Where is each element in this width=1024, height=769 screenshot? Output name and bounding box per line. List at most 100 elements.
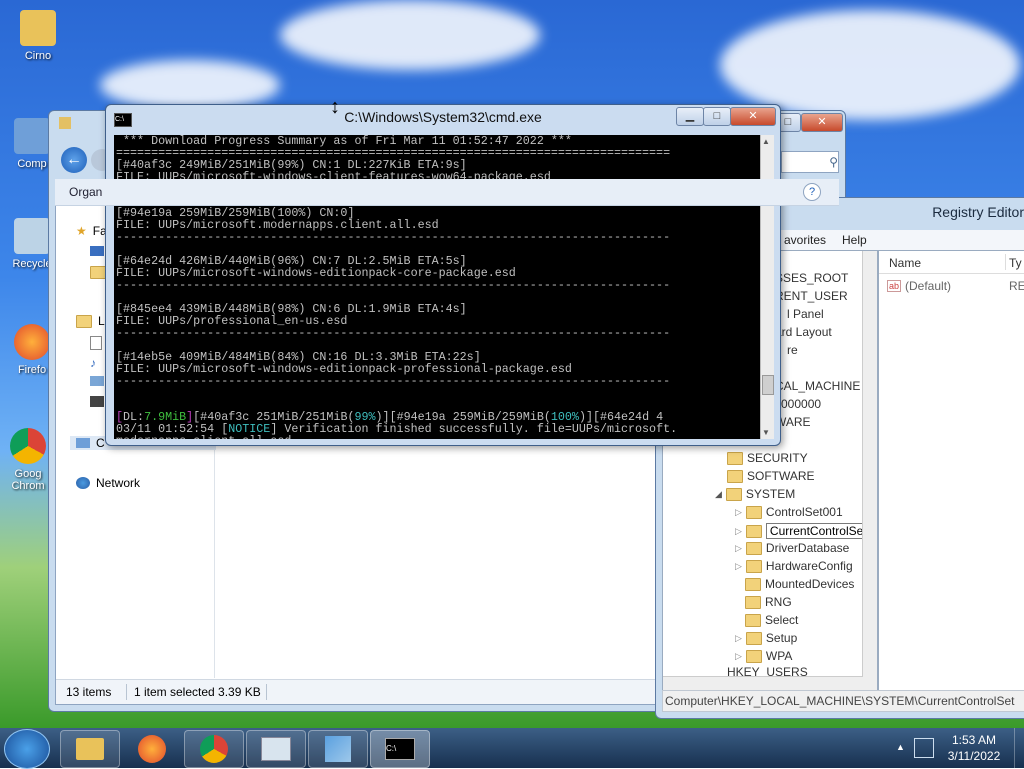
tree-node[interactable]: RENT_USER — [775, 289, 848, 303]
cmd-close-button[interactable]: ✕ — [730, 107, 776, 126]
tree-node-rng[interactable]: RNG — [745, 595, 792, 609]
tree-node-controlset001[interactable]: ▷ ControlSet001 — [735, 505, 843, 519]
chrome-icon — [10, 428, 46, 464]
menu-favorites[interactable]: avorites — [784, 233, 826, 247]
network-tray-icon[interactable] — [914, 738, 934, 758]
video-icon — [90, 396, 104, 407]
tree-node[interactable]: CAL_MACHINE — [775, 379, 860, 393]
tree-node-currentcontrolset[interactable]: ▷ CurrentControlSet — [735, 523, 871, 539]
firefox-icon — [138, 735, 166, 763]
explorer-toolbar: Organ ? — [55, 179, 839, 206]
value-list-header: Name Ty — [879, 251, 1024, 274]
explorer-window-icon — [59, 117, 71, 129]
back-arrow-icon[interactable]: ← — [61, 147, 87, 173]
library-icon — [76, 314, 92, 328]
taskbar-firefox-button[interactable] — [122, 730, 182, 768]
regedit-icon — [325, 736, 351, 762]
nav-item[interactable] — [90, 376, 104, 386]
nav-item[interactable] — [90, 246, 104, 256]
console-line: ----------------------------------------… — [116, 326, 671, 340]
firefox-icon — [14, 324, 50, 360]
menu-help[interactable]: Help — [842, 233, 867, 247]
tree-node-setup[interactable]: ▷ Setup — [735, 631, 797, 645]
nav-network[interactable]: Network — [76, 476, 140, 490]
monitor-icon — [261, 737, 291, 761]
tree-horizontal-scrollbar[interactable] — [663, 676, 877, 691]
column-name[interactable]: Name — [889, 256, 921, 270]
scroll-up-arrow-icon[interactable]: ▲ — [762, 137, 770, 146]
folder-icon — [745, 524, 762, 538]
tree-node[interactable]: SSES_ROOT — [775, 271, 848, 285]
show-hidden-icons-arrow-icon[interactable]: ▲ — [896, 742, 905, 752]
string-value-icon: ab — [887, 280, 902, 292]
tree-label: HardwareConfig — [765, 559, 853, 573]
nav-libraries[interactable]: Li — [76, 314, 107, 328]
tree-label: SYSTEM — [745, 487, 796, 501]
start-button[interactable] — [4, 729, 50, 769]
tree-node-wpa[interactable]: ▷ WPA — [735, 649, 792, 663]
desktop: Cirno Comp Recycle Firefo Goog Chrom ✕ □… — [0, 0, 1024, 728]
folder-icon — [20, 10, 56, 46]
taskbar-resource-monitor-button[interactable] — [246, 730, 306, 768]
resize-cursor-icon: ↕ — [330, 96, 340, 118]
tree-node-software[interactable]: SOFTWARE — [727, 469, 815, 483]
explorer-close-button[interactable]: ✕ — [801, 113, 843, 132]
collapse-arrow-icon: ▷ — [735, 632, 742, 643]
desktop-icon-label: Firefo — [17, 364, 47, 376]
nav-favorites[interactable]: ★ Fa — [76, 224, 107, 238]
taskbar: C:\ ▲ 1:53 AM 3/11/2022 — [0, 728, 1024, 769]
cmd-window: C:\ C:\Windows\System32\cmd.exe ▁ □ ✕ **… — [105, 104, 781, 446]
folder-icon — [745, 559, 762, 573]
column-type[interactable]: Ty — [1009, 256, 1022, 270]
tree-label: SECURITY — [747, 451, 808, 465]
tree-vertical-scrollbar[interactable] — [862, 251, 877, 677]
taskbar-explorer-button[interactable] — [60, 730, 120, 768]
collapse-arrow-icon: ▷ — [735, 525, 742, 536]
registry-title: Registry Editor — [932, 204, 1024, 220]
taskbar-cmd-button[interactable]: C:\ — [370, 730, 430, 768]
tree-node[interactable]: ard Layout — [775, 325, 832, 339]
clock[interactable]: 1:53 AM 3/11/2022 — [940, 732, 1008, 764]
cmd-maximize-button[interactable]: □ — [703, 107, 731, 126]
console-line: modernapps.client.all.esd — [116, 435, 291, 439]
computer-icon — [14, 118, 50, 154]
nav-item[interactable] — [90, 396, 104, 407]
tree-node-driverdatabase[interactable]: ▷ DriverDatabase — [735, 541, 849, 555]
cmd-scroll-thumb[interactable] — [762, 375, 774, 395]
tree-node[interactable]: 000000 — [781, 397, 821, 411]
tree-label: SOFTWARE — [747, 469, 815, 483]
nav-item[interactable] — [90, 266, 106, 279]
tree-label: WPA — [765, 649, 793, 663]
tree-label: ControlSet001 — [765, 505, 843, 519]
search-icon[interactable]: ⚲ — [781, 151, 839, 173]
tree-node[interactable]: l Panel — [787, 307, 824, 321]
tree-node-security[interactable]: SECURITY — [727, 451, 808, 465]
folder-icon — [745, 613, 761, 627]
desktop-icon-cirno[interactable]: Cirno — [6, 10, 70, 62]
tree-node-system[interactable]: ◢ SYSTEM — [715, 487, 795, 501]
tree-label: RNG — [765, 595, 792, 609]
tree-node-mounteddevices[interactable]: MountedDevices — [745, 577, 854, 591]
folder-icon — [745, 649, 762, 663]
folder-icon — [745, 631, 762, 645]
value-row[interactable]: ab (Default) — [887, 279, 951, 293]
tree-node-hardwareconfig[interactable]: ▷ HardwareConfig — [735, 559, 853, 573]
nav-item[interactable]: ♪ — [90, 356, 96, 370]
show-desktop-button[interactable] — [1014, 728, 1024, 768]
tree-node[interactable]: re — [787, 343, 798, 357]
tree-node-select[interactable]: Select — [745, 613, 798, 627]
organize-button[interactable]: Organ — [69, 185, 102, 199]
folder-icon — [745, 505, 762, 519]
taskbar-regedit-button[interactable] — [308, 730, 368, 768]
cmd-minimize-button[interactable]: ▁ — [676, 107, 704, 126]
registry-status-path: Computer\HKEY_LOCAL_MACHINE\SYSTEM\Curre… — [662, 690, 1024, 712]
scroll-down-arrow-icon[interactable]: ▼ — [762, 428, 770, 437]
nav-item[interactable] — [90, 336, 102, 350]
folder-icon — [90, 266, 106, 279]
star-icon: ★ — [76, 224, 87, 238]
nav-label: Network — [96, 476, 141, 490]
help-icon[interactable]: ? — [803, 183, 821, 201]
desktop-icon-chrome[interactable]: Goog Chrom — [2, 428, 54, 492]
taskbar-chrome-button[interactable] — [184, 730, 244, 768]
tree-label: Setup — [765, 631, 798, 645]
